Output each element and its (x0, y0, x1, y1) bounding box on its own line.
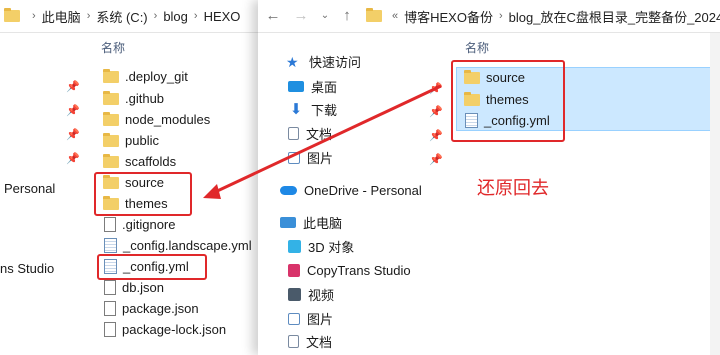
arrow-line (212, 84, 442, 195)
restore-arrow (203, 84, 442, 199)
arrow-head-icon (203, 184, 221, 199)
